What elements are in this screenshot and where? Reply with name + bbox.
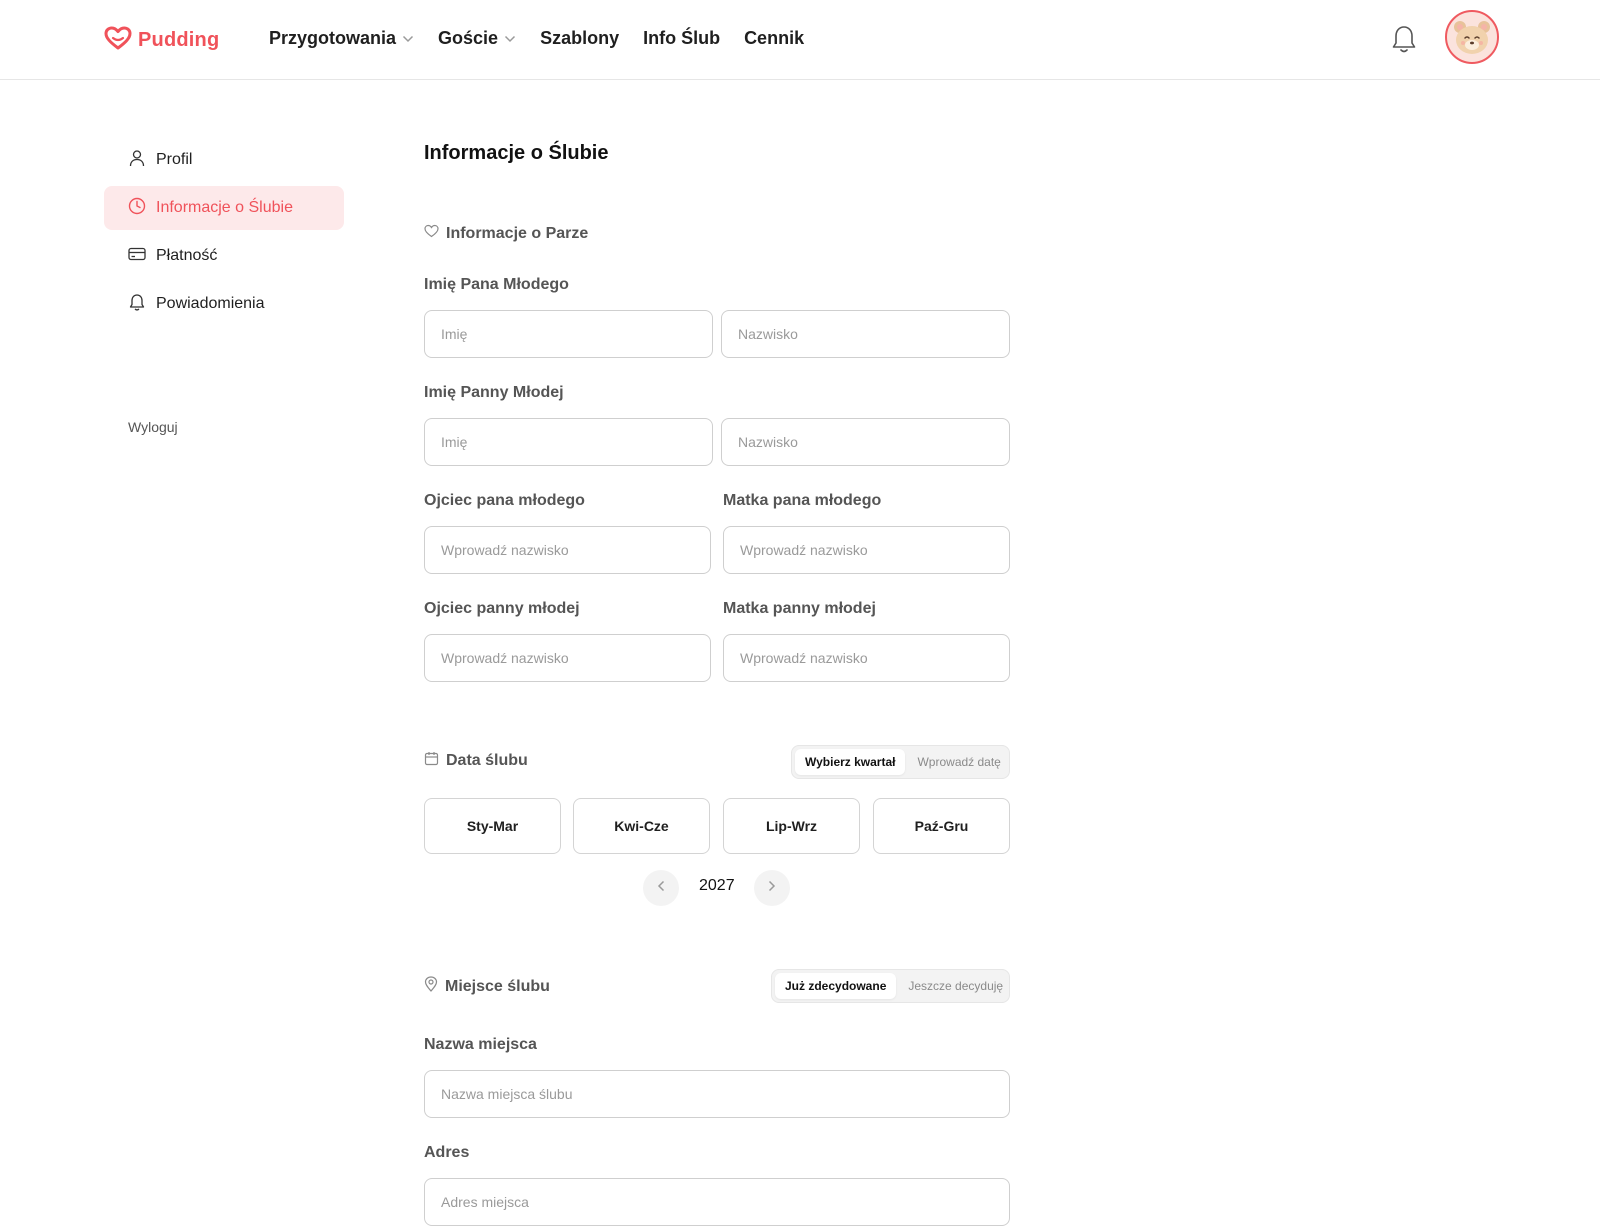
groom-mother-label: Matka pana młodego bbox=[723, 492, 882, 509]
venue-name-input[interactable] bbox=[424, 1070, 1010, 1118]
groom-name-label: Imię Pana Młodego bbox=[424, 276, 569, 293]
next-year-button[interactable] bbox=[754, 870, 790, 906]
nav-item-label: Goście bbox=[438, 28, 499, 48]
sidebar-item-label: Profil bbox=[156, 151, 193, 168]
venue-address-label: Adres bbox=[424, 1144, 470, 1161]
bride-name-label: Imię Panny Młodej bbox=[424, 384, 564, 401]
bride-last-name-input[interactable] bbox=[721, 418, 1010, 466]
nav-item-info-slub[interactable]: Info Ślub bbox=[643, 28, 720, 49]
date-mode-toggle: Wybierz kwartał Wprowadź datę bbox=[791, 745, 1010, 779]
section-date-heading: Data ślubu bbox=[424, 751, 528, 771]
map-pin-icon bbox=[424, 976, 438, 997]
groom-mother-input[interactable] bbox=[723, 526, 1010, 574]
bride-first-name-input[interactable] bbox=[424, 418, 713, 466]
chevron-right-icon bbox=[768, 879, 776, 897]
year-display: 2027 bbox=[699, 877, 735, 894]
toggle-already-decided[interactable]: Już zdecydowane bbox=[775, 973, 897, 999]
main-nav: Przygotowania Goście Szablony Info Ślub … bbox=[269, 28, 828, 49]
sidebar-item-label: Informacje o Ślubie bbox=[156, 199, 293, 216]
section-couple-heading: Informacje o Parze bbox=[424, 224, 588, 243]
toggle-enter-date[interactable]: Wprowadź datę bbox=[907, 749, 1010, 775]
prev-year-button[interactable] bbox=[643, 870, 679, 906]
sidebar-item-label: Powiadomienia bbox=[156, 295, 265, 312]
groom-last-name-input[interactable] bbox=[721, 310, 1010, 358]
bride-father-label: Ojciec panny młodej bbox=[424, 600, 580, 617]
nav-item-szablony[interactable]: Szablony bbox=[540, 28, 619, 49]
bear-avatar-icon bbox=[1454, 21, 1490, 54]
quarter-button[interactable]: Lip-Wrz bbox=[723, 798, 860, 854]
logout-link[interactable]: Wyloguj bbox=[128, 419, 178, 435]
quarter-button[interactable]: Kwi-Cze bbox=[573, 798, 710, 854]
section-venue-heading: Miejsce ślubu bbox=[424, 976, 550, 997]
heart-icon bbox=[424, 224, 439, 243]
section-title: Data ślubu bbox=[446, 752, 528, 769]
clock-icon bbox=[128, 197, 146, 220]
venue-mode-toggle: Już zdecydowane Jeszcze decyduję bbox=[771, 969, 1010, 1003]
chevron-down-icon bbox=[402, 35, 414, 43]
avatar[interactable] bbox=[1445, 10, 1499, 64]
groom-first-name-input[interactable] bbox=[424, 310, 713, 358]
bell-icon bbox=[128, 293, 146, 316]
nav-item-label: Przygotowania bbox=[269, 28, 397, 48]
groom-father-label: Ojciec pana młodego bbox=[424, 492, 585, 509]
bride-mother-label: Matka panny młodej bbox=[723, 600, 876, 617]
venue-name-label: Nazwa miejsca bbox=[424, 1036, 537, 1053]
chevron-left-icon bbox=[657, 879, 665, 897]
settings-sidebar: Profil Informacje o Ślubie Płatność Powi… bbox=[104, 138, 344, 330]
nav-item-cennik[interactable]: Cennik bbox=[744, 28, 804, 49]
top-header: Pudding Przygotowania Goście Szablony In… bbox=[0, 0, 1600, 80]
credit-card-icon bbox=[128, 245, 146, 268]
sidebar-item-label: Płatność bbox=[156, 247, 218, 264]
sidebar-item-informacje-o-slubie[interactable]: Informacje o Ślubie bbox=[104, 186, 344, 230]
quarter-button[interactable]: Paź-Gru bbox=[873, 798, 1010, 854]
page-title: Informacje o Ślubie bbox=[424, 142, 609, 164]
nav-item-label: Info Ślub bbox=[643, 28, 721, 48]
section-title: Miejsce ślubu bbox=[445, 977, 550, 995]
sidebar-item-platnosc[interactable]: Płatność bbox=[104, 234, 344, 278]
chevron-down-icon bbox=[504, 35, 516, 43]
logo[interactable]: Pudding bbox=[104, 26, 219, 55]
calendar-icon bbox=[424, 751, 439, 771]
sidebar-item-powiadomienia[interactable]: Powiadomienia bbox=[104, 282, 344, 326]
nav-item-label: Szablony bbox=[540, 28, 620, 48]
groom-father-input[interactable] bbox=[424, 526, 711, 574]
toggle-still-deciding[interactable]: Jeszcze decyduję bbox=[898, 973, 1013, 999]
bride-mother-input[interactable] bbox=[723, 634, 1010, 682]
sidebar-item-profil[interactable]: Profil bbox=[104, 138, 344, 182]
quarter-button[interactable]: Sty-Mar bbox=[424, 798, 561, 854]
user-icon bbox=[128, 149, 146, 172]
venue-address-input[interactable] bbox=[424, 1178, 1010, 1226]
nav-item-label: Cennik bbox=[744, 28, 805, 48]
toggle-choose-quarter[interactable]: Wybierz kwartał bbox=[795, 749, 906, 775]
logo-text: Pudding bbox=[138, 29, 220, 51]
section-title: Informacje o Parze bbox=[446, 224, 589, 242]
heart-logo-icon bbox=[104, 26, 132, 55]
nav-item-goscie[interactable]: Goście bbox=[438, 28, 516, 49]
bride-father-input[interactable] bbox=[424, 634, 711, 682]
notifications-bell-icon[interactable] bbox=[1391, 24, 1417, 54]
nav-item-przygotowania[interactable]: Przygotowania bbox=[269, 28, 414, 49]
